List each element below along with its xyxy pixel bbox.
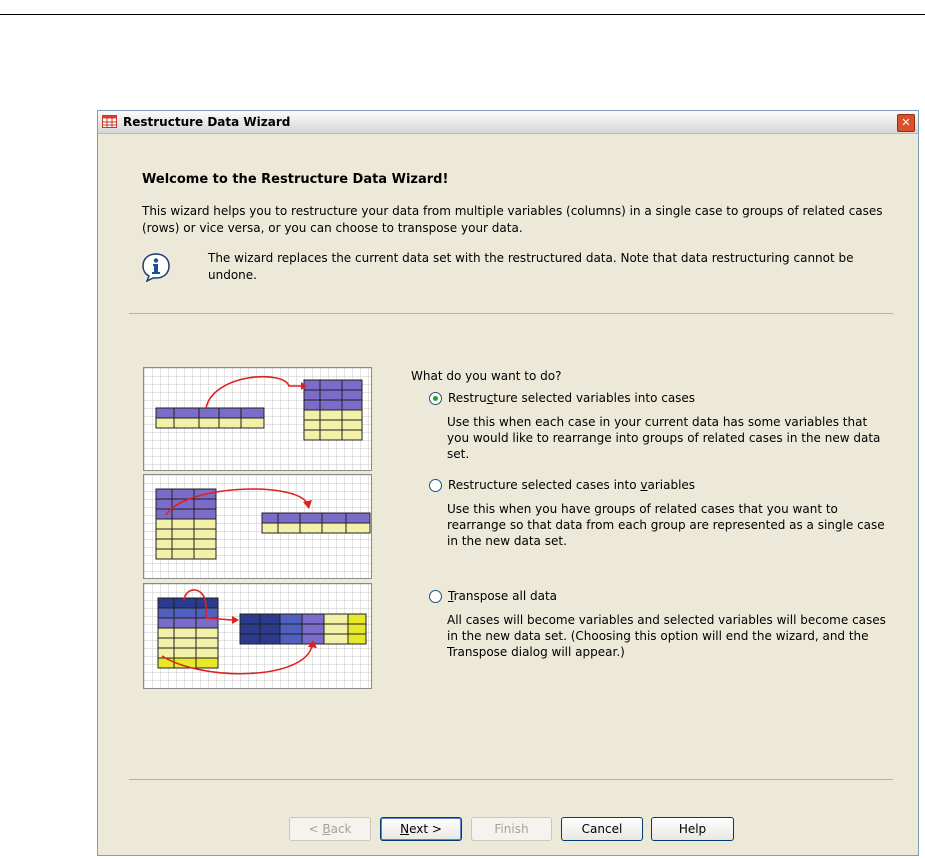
cancel-button[interactable]: Cancel xyxy=(561,817,643,841)
option-vars-into-cases[interactable]: Restructure selected variables into case… xyxy=(429,391,695,405)
wizard-dialog: Restructure Data Wizard ✕ Welcome to the… xyxy=(97,110,919,856)
illustration-transpose xyxy=(143,583,372,689)
back-button[interactable]: < Back xyxy=(289,817,371,841)
question-label: What do you want to do? xyxy=(411,369,562,383)
option-vars-into-cases-label: Restructure selected variables into case… xyxy=(448,391,696,405)
illustration-vars-to-cases xyxy=(143,367,372,471)
option-transpose-label: Transpose all data xyxy=(448,589,557,603)
window-title: Restructure Data Wizard xyxy=(123,115,291,129)
close-x-icon: ✕ xyxy=(901,116,911,129)
option-vars-into-cases-desc: Use this when each case in your current … xyxy=(447,415,881,461)
finish-button[interactable]: Finish xyxy=(471,817,552,841)
help-button[interactable]: Help xyxy=(651,817,734,841)
title-bar[interactable]: Restructure Data Wizard ✕ xyxy=(98,111,918,134)
divider-bottom xyxy=(129,779,893,780)
page-top-rule xyxy=(0,14,925,15)
close-button[interactable]: ✕ xyxy=(897,114,915,132)
radio-vars-into-cases[interactable] xyxy=(429,391,442,405)
radio-cases-into-vars[interactable] xyxy=(429,478,442,492)
option-transpose[interactable]: Transpose all data xyxy=(429,589,557,603)
option-cases-into-vars-label: Restructure selected cases into variable… xyxy=(448,478,696,492)
option-transpose-desc: All cases will become variables and sele… xyxy=(447,613,886,659)
next-button[interactable]: Next > xyxy=(380,817,462,841)
data-grid-icon xyxy=(102,115,117,131)
welcome-heading: Welcome to the Restructure Data Wizard! xyxy=(142,172,449,187)
illustration-cases-to-vars xyxy=(143,474,372,579)
option-cases-into-vars-desc: Use this when you have groups of related… xyxy=(447,502,885,548)
info-icon xyxy=(141,252,171,285)
option-cases-into-vars[interactable]: Restructure selected cases into variable… xyxy=(429,478,695,492)
divider-top xyxy=(129,313,893,314)
intro-text: This wizard helps you to restructure you… xyxy=(142,204,883,235)
info-note: The wizard replaces the current data set… xyxy=(208,251,854,282)
radio-transpose[interactable] xyxy=(429,589,442,603)
